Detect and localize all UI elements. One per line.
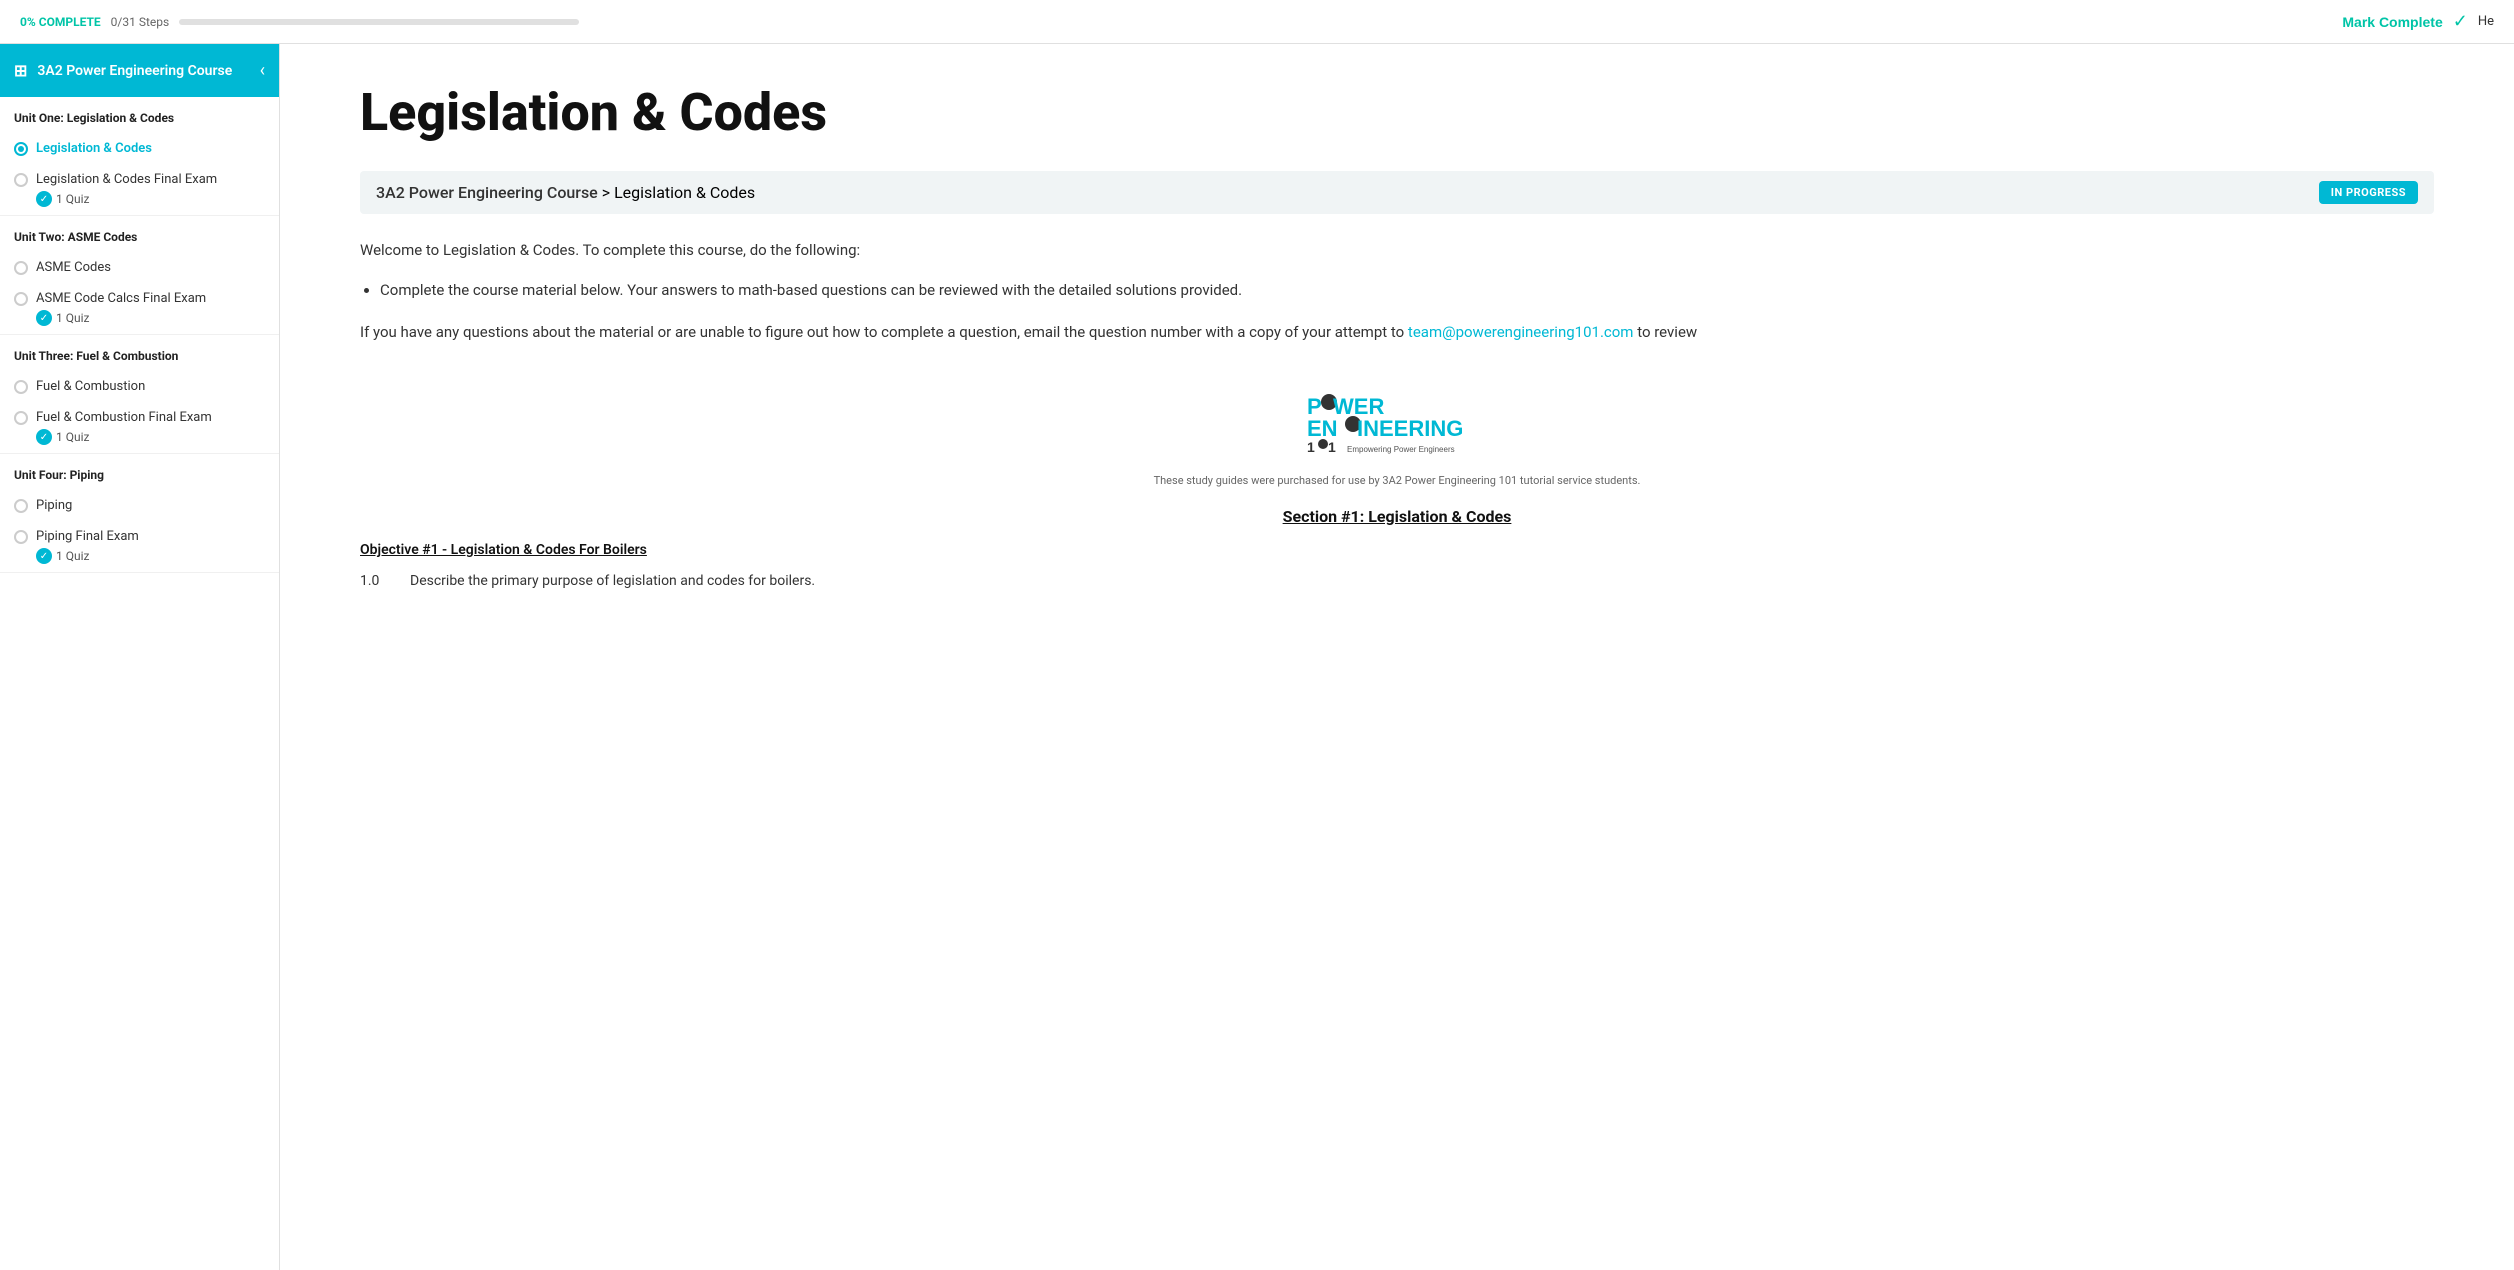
mark-complete-section: Mark Complete ✓ He xyxy=(2342,11,2494,32)
page-title: Legislation & Codes xyxy=(360,84,2434,141)
unit-section-1: Unit One: Legislation & Codes Legislatio… xyxy=(0,97,279,216)
progress-section: 0% COMPLETE 0/31 Steps xyxy=(20,15,2342,29)
quiz-badge: ✓ 1 Quiz xyxy=(36,310,265,326)
section-heading: Section #1: Legislation & Codes xyxy=(360,507,2434,526)
study-guide-note: These study guides were purchased for us… xyxy=(360,474,2434,487)
breadcrumb-current: Legislation & Codes xyxy=(614,183,755,202)
quiz-badge: ✓ 1 Quiz xyxy=(36,429,265,445)
status-badge: IN PROGRESS xyxy=(2319,181,2418,204)
bullet-list: Complete the course material below. Your… xyxy=(380,278,2434,304)
lesson-row: Piping Final Exam xyxy=(14,529,265,544)
lesson-name: Fuel & Combustion Final Exam xyxy=(36,410,212,425)
svg-text:INEERING: INEERING xyxy=(1357,416,1463,441)
mark-complete-button[interactable]: Mark Complete xyxy=(2342,14,2442,30)
progress-bar xyxy=(179,19,579,25)
quiz-check-icon: ✓ xyxy=(36,429,52,445)
unit-section-3: Unit Three: Fuel & Combustion Fuel & Com… xyxy=(0,335,279,454)
logo-section: P WER EN INEERING 1 1 Empowering Power E… xyxy=(360,384,2434,454)
lesson-row: Piping xyxy=(14,498,265,513)
content-area: Legislation & Codes 3A2 Power Engineerin… xyxy=(280,44,2514,1270)
email-suffix: to review xyxy=(1633,323,1697,341)
lesson-item-asme-exam[interactable]: ASME Code Calcs Final Exam ✓ 1 Quiz xyxy=(0,283,279,334)
lesson-circle xyxy=(14,499,28,513)
unit-section-4: Unit Four: Piping Piping Piping Final Ex… xyxy=(0,454,279,573)
lesson-name: Legislation & Codes xyxy=(36,141,152,156)
lesson-item-legislation-codes[interactable]: Legislation & Codes xyxy=(0,133,279,164)
email-prefix: If you have any questions about the mate… xyxy=(360,323,1408,341)
top-bar: 0% COMPLETE 0/31 Steps Mark Complete ✓ H… xyxy=(0,0,2514,44)
lesson-row: ASME Code Calcs Final Exam xyxy=(14,291,265,306)
grid-icon: ⊞ xyxy=(14,61,27,80)
svg-text:Empowering Power Engineers: Empowering Power Engineers xyxy=(1347,445,1455,454)
quiz-check-icon: ✓ xyxy=(36,310,52,326)
numbered-item-1: 1.0 Describe the primary purpose of legi… xyxy=(360,570,2434,592)
lesson-item-fuel-exam[interactable]: Fuel & Combustion Final Exam ✓ 1 Quiz xyxy=(0,402,279,453)
lesson-row: Legislation & Codes xyxy=(14,141,265,156)
sidebar-header-left: ⊞ 3A2 Power Engineering Course xyxy=(14,61,232,80)
svg-text:EN: EN xyxy=(1307,416,1338,441)
quiz-text: 1 Quiz xyxy=(56,549,89,563)
breadcrumb-bar: 3A2 Power Engineering Course > Legislati… xyxy=(360,171,2434,214)
progress-label: 0% COMPLETE xyxy=(20,15,101,29)
company-logo: P WER EN INEERING 1 1 Empowering Power E… xyxy=(1297,384,1497,454)
lesson-circle xyxy=(14,380,28,394)
svg-text:1: 1 xyxy=(1328,439,1336,454)
quiz-check-icon: ✓ xyxy=(36,548,52,564)
welcome-text: Welcome to Legislation & Codes. To compl… xyxy=(360,238,2434,262)
quiz-badge: ✓ 1 Quiz xyxy=(36,191,265,207)
collapse-icon[interactable]: ‹ xyxy=(260,60,265,81)
unit-title-2: Unit Two: ASME Codes xyxy=(0,216,279,252)
lesson-circle xyxy=(14,261,28,275)
item-text-1: Describe the primary purpose of legislat… xyxy=(410,570,815,592)
email-link[interactable]: team@powerengineering101.com xyxy=(1408,323,1634,341)
lesson-item-fuel-combustion[interactable]: Fuel & Combustion xyxy=(0,371,279,402)
lesson-item-legislation-codes-exam[interactable]: Legislation & Codes Final Exam ✓ 1 Quiz xyxy=(0,164,279,215)
lesson-name: Legislation & Codes Final Exam xyxy=(36,172,217,187)
lesson-circle xyxy=(14,411,28,425)
quiz-badge: ✓ 1 Quiz xyxy=(36,548,265,564)
lesson-row: ASME Codes xyxy=(14,260,265,275)
unit-title-3: Unit Three: Fuel & Combustion xyxy=(0,335,279,371)
quiz-check-icon: ✓ xyxy=(36,191,52,207)
bullet-item-1: Complete the course material below. Your… xyxy=(380,278,2434,304)
breadcrumb-separator: > xyxy=(598,183,614,202)
he-text: He xyxy=(2478,14,2494,29)
unit-title-1: Unit One: Legislation & Codes xyxy=(0,97,279,133)
lesson-name: ASME Codes xyxy=(36,260,111,275)
lesson-circle-active xyxy=(14,142,28,156)
quiz-text: 1 Quiz xyxy=(56,192,89,206)
lesson-item-piping[interactable]: Piping xyxy=(0,490,279,521)
progress-steps: 0/31 Steps xyxy=(111,15,170,29)
lesson-name: ASME Code Calcs Final Exam xyxy=(36,291,206,306)
main-layout: ⊞ 3A2 Power Engineering Course ‹ Unit On… xyxy=(0,44,2514,1270)
lesson-row: Legislation & Codes Final Exam xyxy=(14,172,265,187)
item-number-1: 1.0 xyxy=(360,570,390,592)
course-title: 3A2 Power Engineering Course xyxy=(37,63,232,79)
sidebar: ⊞ 3A2 Power Engineering Course ‹ Unit On… xyxy=(0,44,280,1270)
lesson-item-piping-exam[interactable]: Piping Final Exam ✓ 1 Quiz xyxy=(0,521,279,572)
lesson-name: Piping xyxy=(36,498,72,513)
lesson-circle xyxy=(14,173,28,187)
lesson-circle xyxy=(14,530,28,544)
lesson-item-asme-codes[interactable]: ASME Codes xyxy=(0,252,279,283)
quiz-text: 1 Quiz xyxy=(56,311,89,325)
sidebar-header[interactable]: ⊞ 3A2 Power Engineering Course ‹ xyxy=(0,44,279,97)
quiz-text: 1 Quiz xyxy=(56,430,89,444)
svg-text:1: 1 xyxy=(1307,439,1315,454)
lesson-circle xyxy=(14,292,28,306)
email-paragraph: If you have any questions about the mate… xyxy=(360,320,2434,344)
unit-section-2: Unit Two: ASME Codes ASME Codes ASME Cod… xyxy=(0,216,279,335)
lesson-row: Fuel & Combustion Final Exam xyxy=(14,410,265,425)
lesson-name: Fuel & Combustion xyxy=(36,379,145,394)
breadcrumb-course: 3A2 Power Engineering Course xyxy=(376,183,598,202)
breadcrumb: 3A2 Power Engineering Course > Legislati… xyxy=(376,183,755,202)
lesson-row: Fuel & Combustion xyxy=(14,379,265,394)
check-icon: ✓ xyxy=(2453,11,2468,32)
objective-heading: Objective #1 - Legislation & Codes For B… xyxy=(360,542,2434,558)
lesson-name: Piping Final Exam xyxy=(36,529,139,544)
unit-title-4: Unit Four: Piping xyxy=(0,454,279,490)
